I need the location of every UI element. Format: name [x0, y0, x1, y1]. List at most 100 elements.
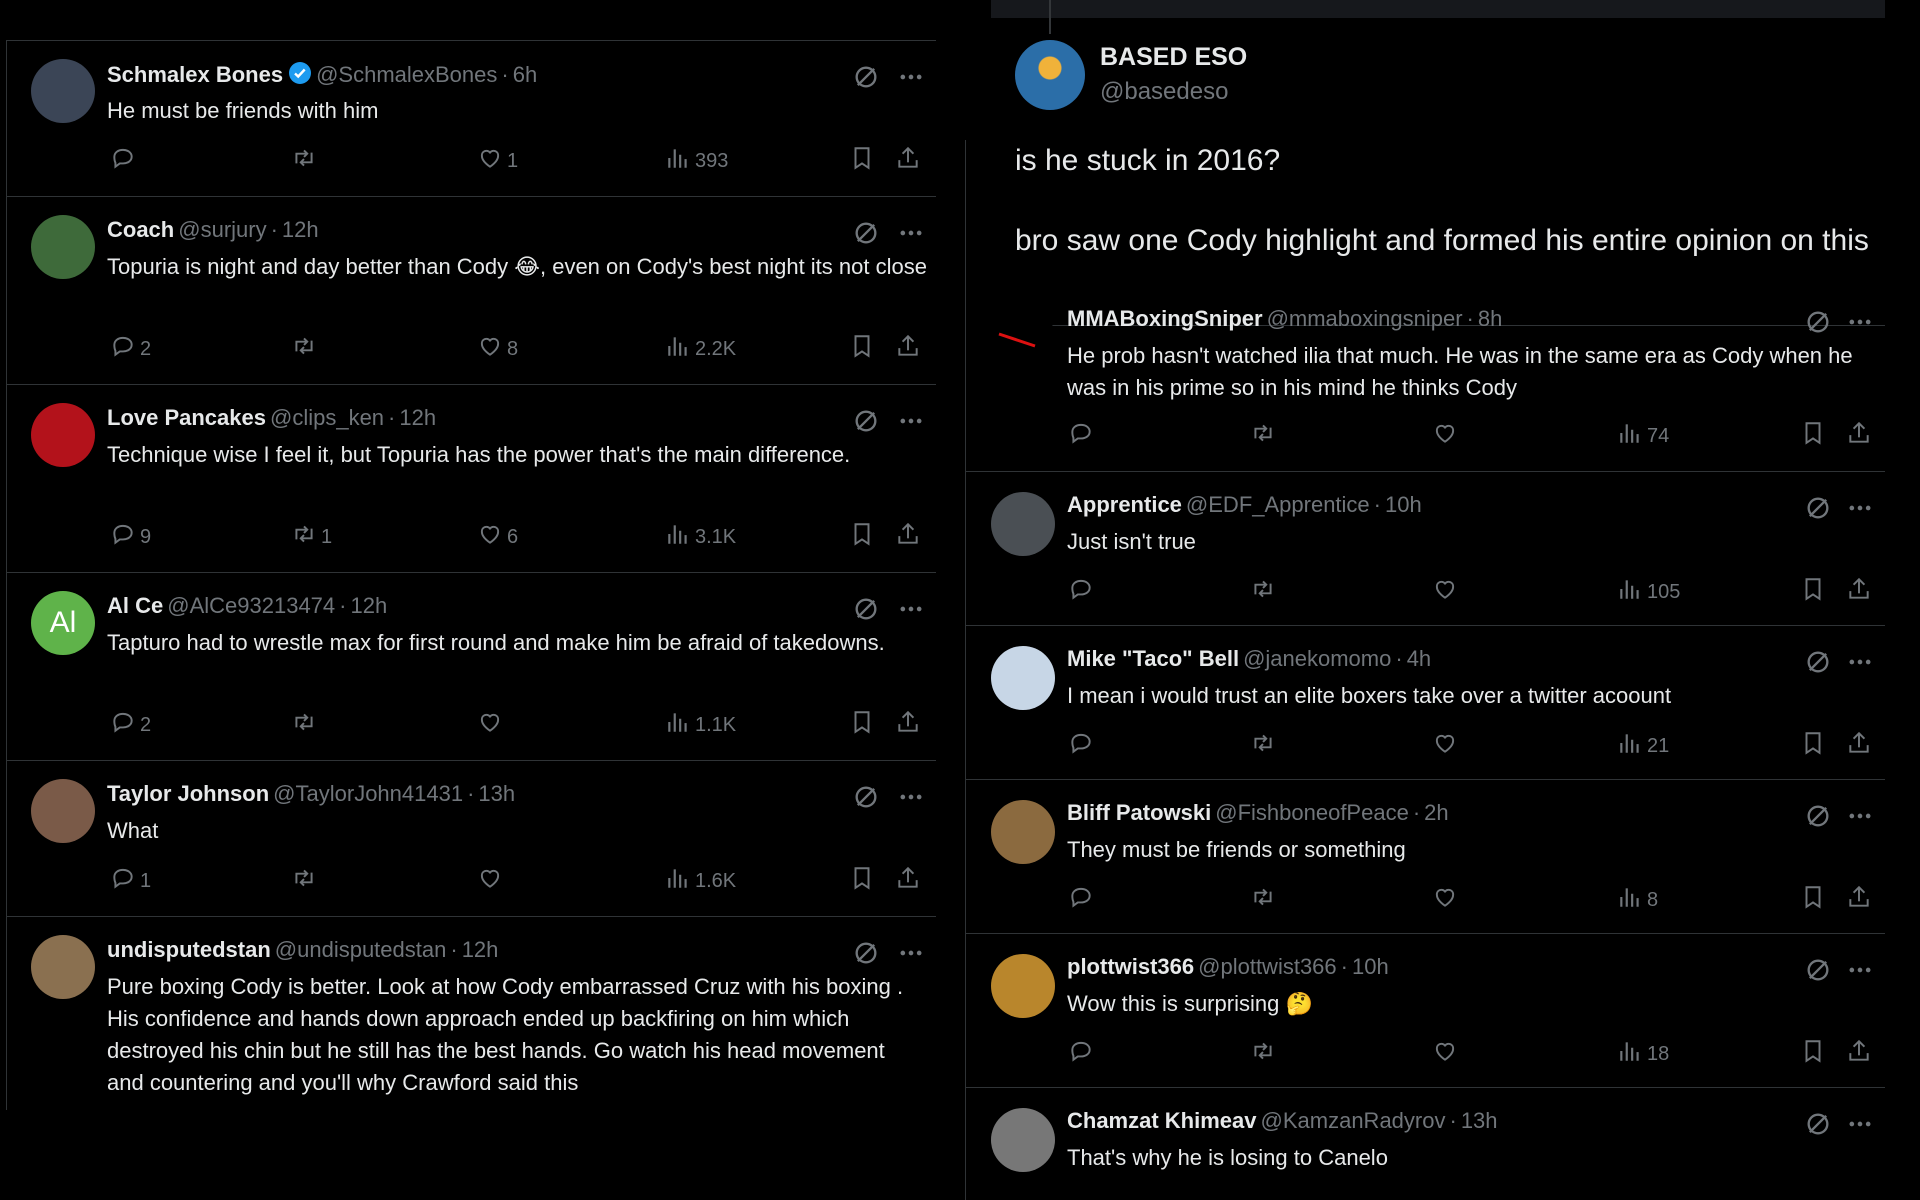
share-button[interactable] [895, 865, 925, 897]
author-name[interactable]: plottwist366 [1067, 954, 1194, 979]
author-handle[interactable]: @EDF_Apprentice [1186, 492, 1370, 517]
author-name[interactable]: Bliff Patowski [1067, 800, 1211, 825]
bookmark-button[interactable] [1800, 576, 1830, 608]
share-button[interactable] [895, 709, 925, 741]
reply-button[interactable]: 2 [110, 333, 151, 365]
grok-icon[interactable] [1804, 494, 1832, 522]
reply-tweet[interactable]: Apprentice @EDF_Apprentice · 10h Just isn't … [966, 472, 1885, 626]
author-handle[interactable]: @AlCe93213474 [167, 593, 335, 618]
reply-button[interactable]: 1 [110, 865, 151, 897]
reply-button[interactable] [1068, 420, 1098, 452]
avatar[interactable] [991, 306, 1055, 370]
retweet-button[interactable] [1250, 884, 1280, 916]
like-button[interactable] [1432, 730, 1462, 762]
author-name[interactable]: Coach [107, 217, 174, 242]
more-options-icon[interactable] [1846, 956, 1874, 984]
views-button[interactable]: 393 [665, 145, 728, 177]
reply-tweet[interactable]: plottwist366 @plottwist366 · 10h Wow this is… [966, 934, 1885, 1088]
like-button[interactable] [1432, 884, 1462, 916]
grok-icon[interactable] [852, 595, 880, 623]
grok-icon[interactable] [852, 939, 880, 967]
views-button[interactable]: 21 [1617, 730, 1669, 762]
grok-icon[interactable] [852, 219, 880, 247]
timestamp[interactable]: 12h [350, 593, 387, 618]
author-handle[interactable]: @plottwist366 [1198, 954, 1337, 979]
reply-tweet[interactable]: Bliff Patowski @FishboneofPeace · 2h They mu… [966, 780, 1885, 934]
author-name[interactable]: Mike "Taco" Bell [1067, 646, 1239, 671]
reply-tweet[interactable]: Chamzat Khimeav @KamzanRadyrov · 13h That's … [966, 1088, 1885, 1200]
grok-icon[interactable] [1804, 648, 1832, 676]
author-handle[interactable]: @SchmalexBones [316, 62, 497, 87]
reply-tweet[interactable]: Taylor Johnson @TaylorJohn41431 · 13h What 1 1… [7, 761, 936, 917]
author-handle[interactable]: @TaylorJohn41431 [273, 781, 463, 806]
timestamp[interactable]: 12h [462, 937, 499, 962]
reply-button[interactable] [1068, 884, 1098, 916]
reply-tweet[interactable]: Love Pancakes @clips_ken · 12h Technique wis… [7, 385, 936, 573]
reply-button[interactable] [110, 145, 140, 177]
avatar[interactable] [31, 59, 95, 123]
retweet-button[interactable] [291, 709, 321, 741]
views-button[interactable]: 3.1K [665, 521, 736, 553]
retweet-button[interactable] [1250, 420, 1280, 452]
views-button[interactable]: 105 [1617, 576, 1680, 608]
share-button[interactable] [1846, 1038, 1876, 1070]
reply-button[interactable] [1068, 1038, 1098, 1070]
share-button[interactable] [895, 521, 925, 553]
share-button[interactable] [1846, 420, 1876, 452]
more-options-icon[interactable] [897, 595, 925, 623]
timestamp[interactable]: 2h [1424, 800, 1448, 825]
share-button[interactable] [895, 333, 925, 365]
more-options-icon[interactable] [897, 939, 925, 967]
author-name[interactable]: undisputedstan [107, 937, 271, 962]
bookmark-button[interactable] [849, 333, 879, 365]
bookmark-button[interactable] [1800, 420, 1830, 452]
author-handle[interactable]: @clips_ken [270, 405, 384, 430]
grok-icon[interactable] [1804, 1110, 1832, 1138]
reply-tweet[interactable]: Mike "Taco" Bell @janekomomo · 4h I mean i w… [966, 626, 1885, 780]
views-button[interactable]: 2.2K [665, 333, 736, 365]
reply-button[interactable]: 9 [110, 521, 151, 553]
author-name[interactable]: Love Pancakes [107, 405, 266, 430]
reply-tweet[interactable]: Al Al Ce @AlCe93213474 · 12h Tapturo had to w… [7, 573, 936, 761]
timestamp[interactable]: 12h [282, 217, 319, 242]
views-button[interactable]: 74 [1617, 420, 1669, 452]
author-handle[interactable]: @undisputedstan [275, 937, 447, 962]
retweet-button[interactable] [1250, 576, 1280, 608]
grok-icon[interactable] [1804, 308, 1832, 336]
more-options-icon[interactable] [1846, 308, 1874, 336]
like-button[interactable] [477, 865, 507, 897]
author-name[interactable]: Schmalex Bones [107, 62, 283, 87]
more-options-icon[interactable] [1846, 648, 1874, 676]
more-options-icon[interactable] [897, 407, 925, 435]
author-name[interactable]: Apprentice [1067, 492, 1182, 517]
avatar[interactable] [991, 800, 1055, 864]
reply-button[interactable]: 2 [110, 709, 151, 741]
timestamp[interactable]: 6h [513, 62, 537, 87]
share-button[interactable] [1846, 576, 1876, 608]
like-button[interactable] [1432, 1038, 1462, 1070]
grok-icon[interactable] [852, 63, 880, 91]
avatar[interactable] [31, 403, 95, 467]
more-options-icon[interactable] [897, 63, 925, 91]
bookmark-button[interactable] [849, 521, 879, 553]
retweet-button[interactable] [291, 145, 321, 177]
author-handle[interactable]: @mmaboxingsniper [1267, 306, 1463, 331]
bookmark-button[interactable] [1800, 1038, 1830, 1070]
author-name[interactable]: BASED ESO [1100, 43, 1247, 72]
share-button[interactable] [1846, 884, 1876, 916]
retweet-button[interactable]: 1 [291, 521, 332, 553]
timestamp[interactable]: 10h [1385, 492, 1422, 517]
views-button[interactable]: 1.6K [665, 865, 736, 897]
reply-button[interactable] [1068, 576, 1098, 608]
bookmark-button[interactable] [849, 865, 879, 897]
avatar[interactable] [31, 779, 95, 843]
timestamp[interactable]: 4h [1407, 646, 1431, 671]
like-button[interactable] [477, 709, 507, 741]
avatar[interactable] [991, 646, 1055, 710]
avatar[interactable] [1015, 40, 1085, 110]
author-handle[interactable]: @janekomomo [1243, 646, 1391, 671]
timestamp[interactable]: 13h [478, 781, 515, 806]
author-name[interactable]: Taylor Johnson [107, 781, 269, 806]
retweet-button[interactable] [291, 865, 321, 897]
retweet-button[interactable] [291, 333, 321, 365]
